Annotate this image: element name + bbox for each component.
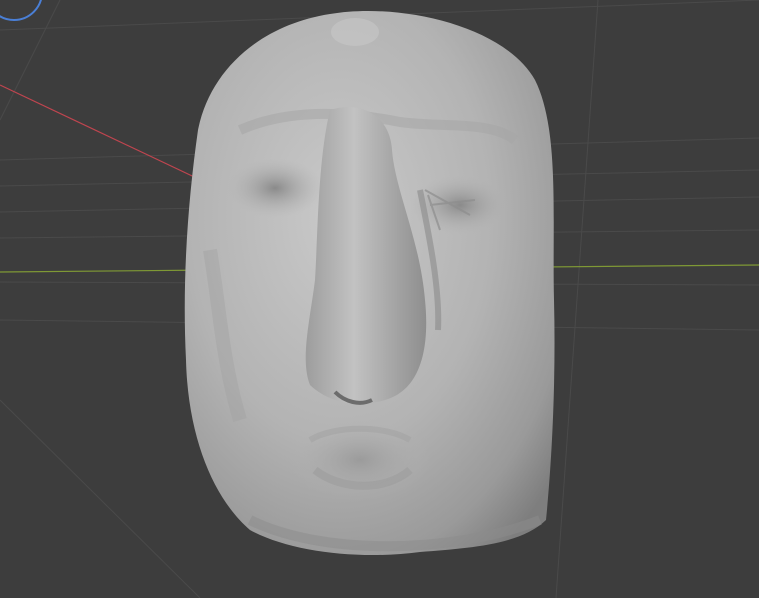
navigation-gizmo-icon[interactable]	[0, 0, 42, 21]
left-eye-socket	[227, 158, 323, 218]
viewport-canvas	[0, 0, 759, 598]
face-mesh[interactable]	[184, 10, 555, 556]
3d-viewport[interactable]	[0, 0, 759, 598]
forehead-bump	[331, 18, 379, 46]
